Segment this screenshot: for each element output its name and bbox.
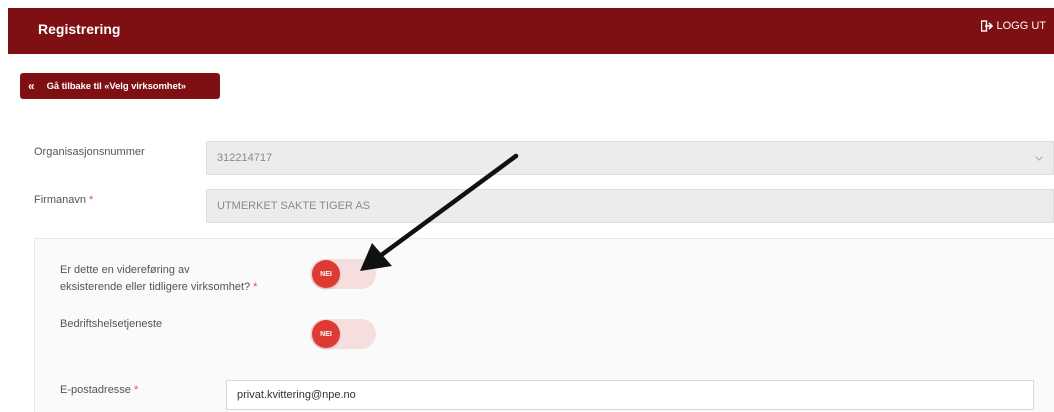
chevron-down-icon [1035, 156, 1043, 161]
back-to-select-company-button[interactable]: « Gå tilbake til «Velg virksomhet» [20, 73, 220, 99]
email-label-text: E-postadresse [60, 384, 131, 396]
app-header: Registrering LOGG UT [8, 8, 1054, 54]
continuation-label-line2: eksisterende eller tidligere virksomhet? [60, 281, 251, 293]
continuation-label-line2-wrap: eksisterende eller tidligere virksomhet?… [60, 279, 257, 296]
page-title: Registrering [38, 21, 121, 37]
logout-icon [981, 20, 994, 32]
required-mark: * [88, 194, 94, 206]
toggle-knob: NEI [312, 260, 340, 288]
company-name-label-text: Firmanavn [34, 194, 86, 206]
logout-button[interactable]: LOGG UT [981, 20, 1046, 32]
email-input[interactable]: privat.kvittering@npe.no [226, 380, 1034, 410]
required-mark: * [133, 384, 139, 396]
continuation-label: Er dette en videreføring av eksisterende… [60, 262, 257, 296]
double-chevron-left-icon: « [28, 79, 35, 93]
org-number-label: Organisasjonsnummer [34, 146, 145, 158]
email-value: privat.kvittering@npe.no [237, 389, 356, 401]
company-name-field: UTMERKET SAKTE TIGER AS [206, 189, 1054, 223]
org-number-value: 312214717 [217, 152, 273, 164]
continuation-toggle[interactable]: NEI [310, 259, 376, 289]
company-name-value: UTMERKET SAKTE TIGER AS [217, 200, 371, 212]
toggle-knob: NEI [312, 320, 340, 348]
required-mark: * [253, 281, 258, 293]
email-label: E-postadresse * [60, 384, 138, 396]
back-button-label: Gå tilbake til «Velg virksomhet» [46, 80, 186, 92]
occupational-health-toggle[interactable]: NEI [310, 319, 376, 349]
occupational-health-label: Bedriftshelsetjeneste [60, 318, 163, 330]
continuation-label-line1: Er dette en videreføring av [60, 264, 190, 276]
company-name-label: Firmanavn * [34, 194, 93, 206]
org-number-select[interactable]: 312214717 [206, 141, 1054, 175]
logout-label: LOGG UT [996, 20, 1046, 32]
